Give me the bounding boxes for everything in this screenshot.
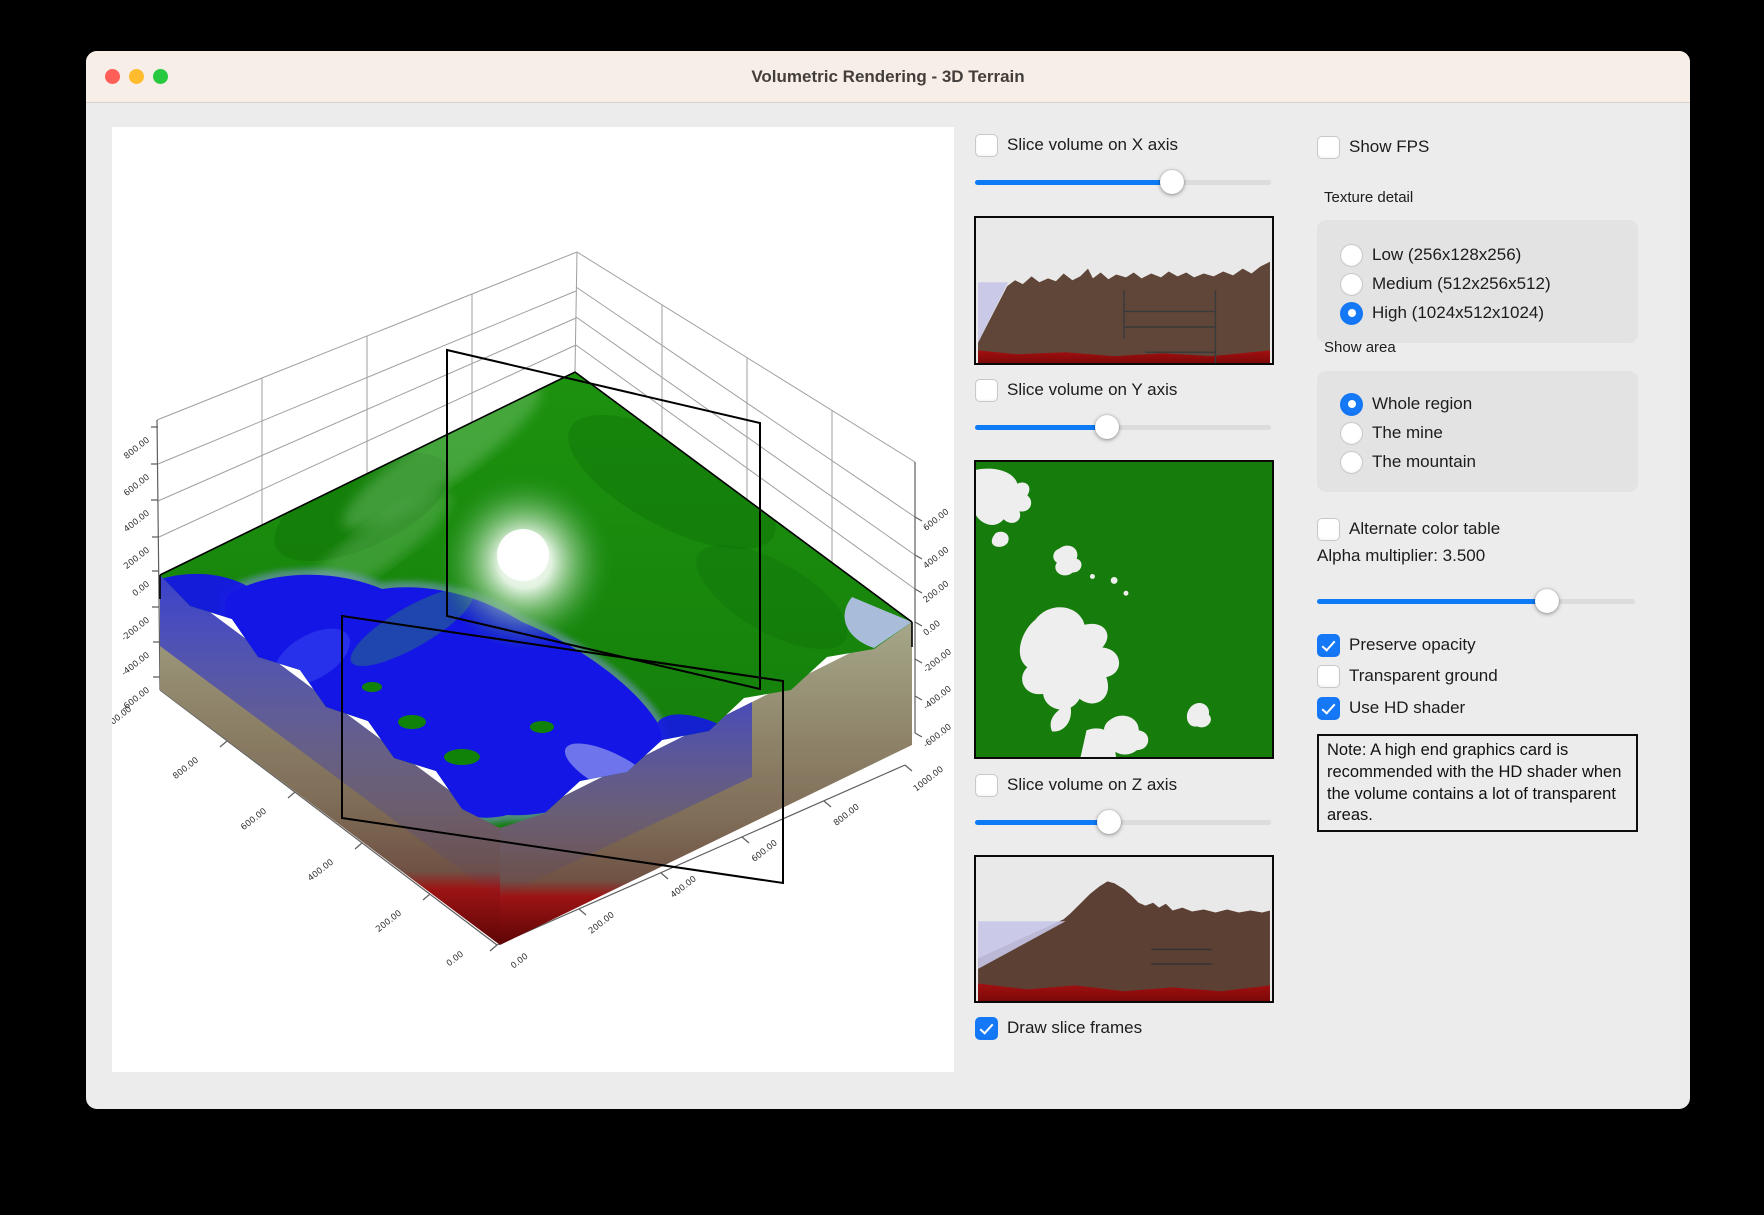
- radio-row-high: High (1024x512x1024): [1340, 300, 1544, 326]
- slice-x-checkbox[interactable]: [975, 134, 998, 157]
- svg-text:1000.00: 1000.00: [912, 765, 946, 795]
- svg-text:800.00: 800.00: [832, 802, 862, 828]
- slice-x-row: Slice volume on X axis: [975, 132, 1178, 158]
- title-bar: Volumetric Rendering - 3D Terrain: [86, 51, 1690, 103]
- svg-text:600.00: 600.00: [750, 838, 780, 864]
- texture-high-label: High (1024x512x1024): [1372, 303, 1544, 323]
- radio-row-the-mountain: The mountain: [1340, 449, 1476, 475]
- show-fps-checkbox[interactable]: [1317, 136, 1340, 159]
- slice-z-preview: [974, 855, 1274, 1003]
- content-area: 800.00 600.00 400.00 200.00 0.00 -200.00…: [86, 102, 1690, 1109]
- slice-z-label: Slice volume on Z axis: [1007, 775, 1177, 795]
- svg-text:0.00: 0.00: [445, 949, 466, 969]
- draw-slice-frames-label: Draw slice frames: [1007, 1018, 1142, 1038]
- svg-text:600.00: 600.00: [922, 507, 952, 533]
- radio-row-the-mine: The mine: [1340, 420, 1443, 446]
- use-hd-shader-row: Use HD shader: [1317, 695, 1465, 721]
- slice-z-slider[interactable]: [975, 810, 1271, 834]
- svg-text:-200.00: -200.00: [922, 647, 954, 675]
- svg-text:400.00: 400.00: [669, 874, 699, 900]
- texture-high-radio[interactable]: [1340, 302, 1363, 325]
- alternate-color-table-label: Alternate color table: [1349, 519, 1500, 539]
- transparent-ground-label: Transparent ground: [1349, 666, 1498, 686]
- svg-text:0.00: 0.00: [131, 579, 152, 599]
- slider-fill: [975, 180, 1176, 185]
- show-area-group-label: Show area: [1324, 339, 1396, 361]
- svg-text:-600.00: -600.00: [922, 722, 954, 750]
- radio-row-medium: Medium (512x256x512): [1340, 271, 1551, 297]
- slice-z-row: Slice volume on Z axis: [975, 772, 1177, 798]
- svg-text:1000.00: 1000.00: [112, 704, 134, 734]
- slice-y-slider[interactable]: [975, 415, 1271, 439]
- texture-detail-group: Low (256x128x256) Medium (512x256x512) H…: [1317, 220, 1638, 343]
- slice-y-checkbox[interactable]: [975, 379, 998, 402]
- texture-low-label: Low (256x128x256): [1372, 245, 1521, 265]
- hd-shader-note: Note: A high end graphics card is recomm…: [1317, 734, 1638, 832]
- draw-slice-frames-checkbox[interactable]: [975, 1017, 998, 1040]
- slice-y-row: Slice volume on Y axis: [975, 377, 1177, 403]
- slice-x-label: Slice volume on X axis: [1007, 135, 1178, 155]
- slider-thumb[interactable]: [1095, 415, 1119, 439]
- slider-thumb[interactable]: [1160, 170, 1184, 194]
- area-the-mine-label: The mine: [1372, 423, 1443, 443]
- render-viewport[interactable]: 800.00 600.00 400.00 200.00 0.00 -200.00…: [112, 127, 954, 1072]
- use-hd-shader-checkbox[interactable]: [1317, 697, 1340, 720]
- radio-row-low: Low (256x128x256): [1340, 242, 1521, 268]
- slice-y-label: Slice volume on Y axis: [1007, 380, 1177, 400]
- svg-text:800.00: 800.00: [171, 755, 201, 781]
- app-window: Volumetric Rendering - 3D Terrain: [86, 51, 1690, 1109]
- svg-text:0.00: 0.00: [509, 952, 530, 972]
- svg-text:600.00: 600.00: [122, 472, 152, 498]
- slider-thumb[interactable]: [1097, 810, 1121, 834]
- area-the-mountain-radio[interactable]: [1340, 451, 1363, 474]
- slider-fill: [975, 820, 1108, 825]
- preserve-opacity-checkbox[interactable]: [1317, 634, 1340, 657]
- area-the-mountain-label: The mountain: [1372, 452, 1476, 472]
- transparent-ground-row: Transparent ground: [1317, 663, 1498, 689]
- texture-medium-radio[interactable]: [1340, 273, 1363, 296]
- slider-fill: [975, 425, 1105, 430]
- svg-text:400.00: 400.00: [122, 508, 152, 534]
- show-fps-label: Show FPS: [1349, 137, 1429, 157]
- svg-text:0.00: 0.00: [922, 619, 943, 639]
- alternate-color-table-row: Alternate color table: [1317, 516, 1500, 542]
- svg-text:600.00: 600.00: [239, 806, 269, 832]
- radio-row-whole-region: Whole region: [1340, 391, 1472, 417]
- alpha-multiplier-slider[interactable]: [1317, 589, 1635, 613]
- area-whole-region-label: Whole region: [1372, 394, 1472, 414]
- texture-detail-group-label: Texture detail: [1324, 189, 1413, 211]
- preserve-opacity-row: Preserve opacity: [1317, 632, 1476, 658]
- texture-low-radio[interactable]: [1340, 244, 1363, 267]
- svg-text:200.00: 200.00: [922, 579, 952, 605]
- slice-z-checkbox[interactable]: [975, 774, 998, 797]
- show-fps-row: Show FPS: [1317, 134, 1429, 160]
- draw-slice-frames-row: Draw slice frames: [975, 1015, 1142, 1041]
- area-the-mine-radio[interactable]: [1340, 422, 1363, 445]
- show-area-group: Whole region The mine The mountain: [1317, 371, 1638, 492]
- window-title: Volumetric Rendering - 3D Terrain: [86, 51, 1690, 102]
- transparent-ground-checkbox[interactable]: [1317, 665, 1340, 688]
- svg-text:200.00: 200.00: [374, 908, 404, 934]
- slider-fill: [1317, 599, 1552, 604]
- svg-text:400.00: 400.00: [922, 545, 952, 571]
- preserve-opacity-label: Preserve opacity: [1349, 635, 1476, 655]
- alpha-multiplier-label: Alpha multiplier: 3.500: [1317, 546, 1485, 566]
- slice-x-preview: [974, 216, 1274, 365]
- svg-text:-200.00: -200.00: [120, 615, 152, 643]
- alternate-color-table-checkbox[interactable]: [1317, 518, 1340, 541]
- terrain-3d-plot: 800.00 600.00 400.00 200.00 0.00 -200.00…: [112, 127, 954, 1072]
- slice-y-preview: [974, 460, 1274, 759]
- area-whole-region-radio[interactable]: [1340, 393, 1363, 416]
- svg-text:400.00: 400.00: [306, 857, 336, 883]
- svg-text:-400.00: -400.00: [120, 650, 152, 678]
- svg-text:200.00: 200.00: [587, 910, 617, 936]
- svg-text:-400.00: -400.00: [922, 684, 954, 712]
- svg-text:800.00: 800.00: [122, 435, 152, 461]
- svg-text:200.00: 200.00: [122, 545, 152, 571]
- texture-medium-label: Medium (512x256x512): [1372, 274, 1551, 294]
- use-hd-shader-label: Use HD shader: [1349, 698, 1465, 718]
- slice-x-slider[interactable]: [975, 170, 1271, 194]
- slider-thumb[interactable]: [1535, 589, 1559, 613]
